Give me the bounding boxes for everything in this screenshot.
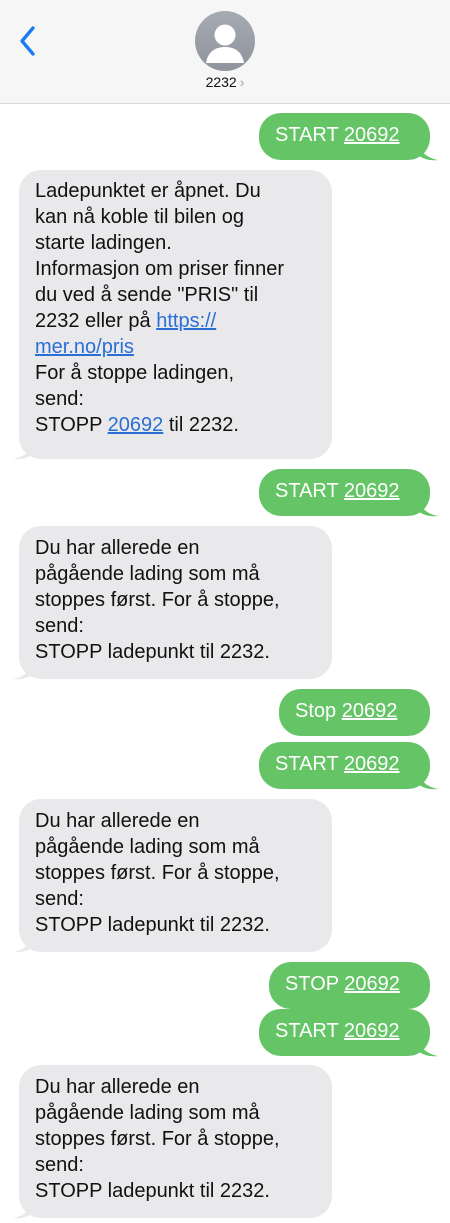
- message-text: START: [275, 480, 344, 502]
- bubble-tail: [418, 497, 438, 517]
- message-text: START: [275, 124, 344, 146]
- number-link[interactable]: 20692: [342, 700, 398, 722]
- number-link[interactable]: 20692: [108, 414, 164, 436]
- bubble-tail: [418, 141, 438, 161]
- message-text: START: [275, 1020, 344, 1042]
- back-button[interactable]: [14, 22, 44, 60]
- outgoing-message[interactable]: Stop 20692: [279, 689, 430, 736]
- outgoing-message[interactable]: STOP 20692: [269, 962, 430, 1009]
- message-text: Stop: [295, 700, 342, 722]
- bubble-tail: [13, 1199, 33, 1219]
- incoming-message: Du har allerede en pågående lading som m…: [19, 799, 332, 952]
- contact-info[interactable]: 2232 ›: [0, 74, 450, 90]
- outgoing-message[interactable]: START 20692: [259, 469, 430, 516]
- bubble-tail: [13, 660, 33, 680]
- chevron-left-icon: [20, 26, 35, 56]
- bubble-tail: [13, 440, 33, 460]
- message-text: til 2232.: [163, 414, 239, 436]
- incoming-message: Ladepunktet er åpnet. Du kan nå koble ti…: [19, 170, 332, 459]
- bubble-tail: [418, 770, 438, 790]
- incoming-message: Du har allerede en pågående lading som m…: [19, 526, 332, 679]
- outgoing-message[interactable]: START 20692: [259, 1009, 430, 1056]
- message-text: START: [275, 753, 344, 775]
- number-link[interactable]: 20692: [344, 1020, 400, 1042]
- person-icon: [206, 24, 244, 63]
- number-link[interactable]: 20692: [344, 753, 400, 775]
- conversation-header: 2232 ›: [0, 0, 450, 104]
- bubble-tail: [13, 933, 33, 953]
- bubble-tail: [418, 1037, 438, 1057]
- contact-name[interactable]: 2232: [206, 74, 237, 90]
- avatar[interactable]: [195, 11, 255, 71]
- chevron-right-icon: ›: [239, 74, 245, 90]
- outgoing-message[interactable]: START 20692: [259, 113, 430, 160]
- number-link[interactable]: 20692: [344, 973, 400, 995]
- outgoing-message[interactable]: START 20692: [259, 742, 430, 789]
- incoming-message: Du har allerede en pågående lading som m…: [19, 1065, 332, 1218]
- number-link[interactable]: 20692: [344, 124, 400, 146]
- number-link[interactable]: 20692: [344, 480, 400, 502]
- message-text: STOP: [285, 973, 345, 995]
